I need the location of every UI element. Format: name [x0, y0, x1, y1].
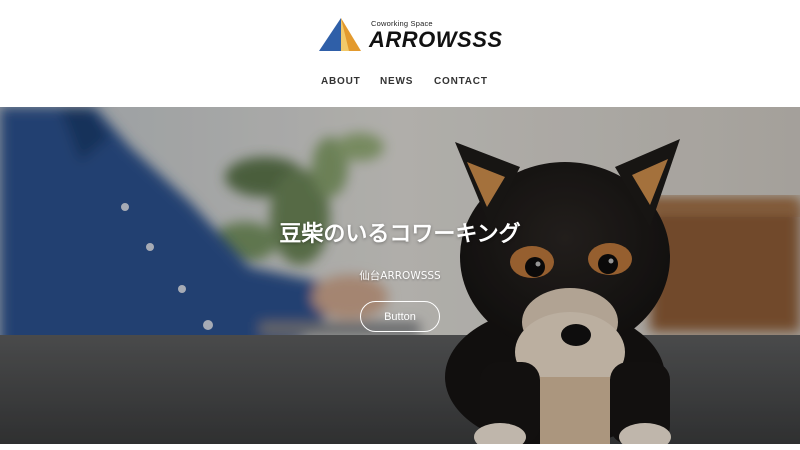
hero-subtitle: 仙台ARROWSSS — [359, 270, 441, 282]
site-logo[interactable]: Coworking Space ARROWSSS — [319, 17, 502, 57]
logo-wordmark: ARROWSSS — [369, 27, 503, 52]
page: Coworking Space ARROWSSS ABOUT NEWS CONT… — [0, 0, 800, 450]
hero-cta-button[interactable]: Button — [360, 301, 440, 332]
site-header: Coworking Space ARROWSSS ABOUT NEWS CONT… — [0, 0, 800, 107]
hero-title: 豆柴のいるコワーキング — [279, 222, 521, 247]
nav-news[interactable]: NEWS — [380, 76, 413, 87]
nav-contact[interactable]: CONTACT — [434, 76, 488, 87]
main-nav: ABOUT NEWS CONTACT — [0, 76, 800, 90]
page-bottom-strip — [0, 444, 800, 450]
nav-about[interactable]: ABOUT — [321, 76, 361, 87]
hero-section: 豆柴のいるコワーキング 仙台ARROWSSS Button — [0, 107, 800, 444]
